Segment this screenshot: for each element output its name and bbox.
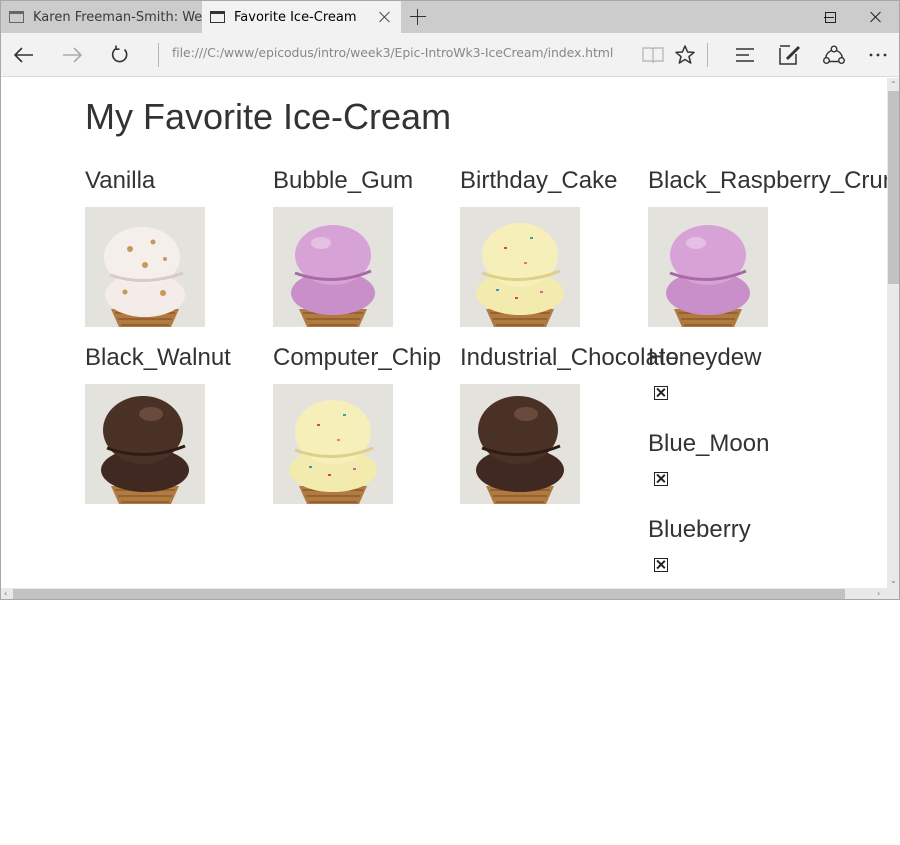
pink-cone-image <box>648 207 768 327</box>
broken-image-icon <box>654 386 668 400</box>
flavor-blue-moon: Blue_Moon <box>648 429 838 486</box>
separator <box>158 43 159 67</box>
sprinkle-cone-image <box>273 384 393 504</box>
vertical-scroll-thumb[interactable] <box>888 91 899 284</box>
favorite-button[interactable] <box>669 39 701 71</box>
horizontal-scrollbar[interactable]: ‹ › <box>1 588 887 599</box>
forward-button[interactable] <box>56 39 88 71</box>
back-button[interactable] <box>8 39 40 71</box>
flavor-name: Birthday_Cake <box>460 167 618 194</box>
browser-window: Karen Freeman-Smith: Web Favorite Ice-Cr… <box>0 0 900 600</box>
web-note-button[interactable] <box>773 39 805 71</box>
flavor-name: Blue_Moon <box>648 430 770 457</box>
page-viewport: My Favorite Ice-Cream Vanilla Bubble_Gum <box>1 78 887 588</box>
vertical-scrollbar[interactable]: ⌃ ⌄ <box>887 78 899 588</box>
flavor-industrial-chocolate: Industrial_Chocolate <box>460 343 679 504</box>
refresh-button[interactable] <box>104 39 136 71</box>
page-title: My Favorite Ice-Cream <box>85 96 452 137</box>
address-bar[interactable]: file:///C:/www/epicodus/intro/week3/Epic… <box>172 45 613 65</box>
scroll-right-icon[interactable]: › <box>877 589 880 599</box>
flavor-name: Industrial_Chocolate <box>460 344 679 371</box>
sprinkle-cone-image <box>460 207 580 327</box>
close-window-button[interactable] <box>853 1 899 33</box>
chocolate-cone-image <box>460 384 580 504</box>
broken-image-icon <box>654 472 668 486</box>
separator <box>707 43 708 67</box>
flavor-name: Computer_Chip <box>273 344 442 371</box>
share-icon <box>823 45 845 64</box>
hub-button[interactable] <box>729 39 761 71</box>
flavor-name: Honeydew <box>648 344 762 371</box>
pink-cone-image <box>273 207 393 327</box>
tab-label: Favorite Ice-Cream <box>234 9 357 25</box>
scroll-down-icon[interactable]: ⌄ <box>890 576 897 586</box>
flavor-honeydew: Honeydew <box>648 343 838 400</box>
flavor-birthday-cake: Birthday_Cake <box>460 166 650 327</box>
flavor-bubble-gum: Bubble_Gum <box>273 166 463 327</box>
flavor-name: Blueberry <box>648 516 751 543</box>
flavor-vanilla: Vanilla <box>85 166 275 327</box>
close-tab-icon[interactable] <box>377 9 393 25</box>
broken-image-icon <box>654 558 668 572</box>
flavor-name: Vanilla <box>85 167 156 194</box>
scroll-left-icon[interactable]: ‹ <box>4 589 7 599</box>
hub-icon <box>736 48 754 62</box>
flavor-black-walnut: Black_Walnut <box>85 343 275 504</box>
refresh-icon <box>111 45 128 63</box>
flavor-computer-chip: Computer_Chip <box>273 343 463 504</box>
flavor-name: Bubble_Gum <box>273 167 414 194</box>
chocolate-cone-image <box>85 384 205 504</box>
flavor-blueberry: Blueberry <box>648 515 838 572</box>
forward-arrow-icon <box>63 47 82 63</box>
flavor-black-raspberry-crunch: Black_Raspberry_Crunch <box>648 166 887 327</box>
more-icon <box>869 53 887 57</box>
scrollbar-corner <box>887 588 899 599</box>
maximize-button[interactable] <box>807 1 853 33</box>
page-icon <box>210 11 225 23</box>
horizontal-scroll-thumb[interactable] <box>13 589 845 599</box>
more-button[interactable] <box>862 39 894 71</box>
tab-karen-freeman-smith[interactable]: Karen Freeman-Smith: Web <box>1 1 202 33</box>
flavor-name: Black_Walnut <box>85 344 231 371</box>
web-note-icon <box>779 45 800 65</box>
vanilla-cone-image <box>85 207 205 327</box>
reading-view-button[interactable] <box>637 39 669 71</box>
scroll-up-icon[interactable]: ⌃ <box>890 80 897 90</box>
page-icon <box>9 11 24 23</box>
star-icon <box>675 45 695 64</box>
share-button[interactable] <box>818 39 850 71</box>
back-arrow-icon <box>14 47 33 63</box>
new-tab-icon[interactable] <box>409 8 427 26</box>
flavor-name: Black_Raspberry_Crunch <box>648 167 887 194</box>
tab-favorite-ice-cream[interactable]: Favorite Ice-Cream <box>202 1 401 33</box>
tab-strip: Karen Freeman-Smith: Web Favorite Ice-Cr… <box>1 1 899 33</box>
book-icon <box>642 47 664 64</box>
navigation-bar: file:///C:/www/epicodus/intro/week3/Epic… <box>1 33 899 77</box>
tab-label: Karen Freeman-Smith: Web <box>33 9 202 25</box>
